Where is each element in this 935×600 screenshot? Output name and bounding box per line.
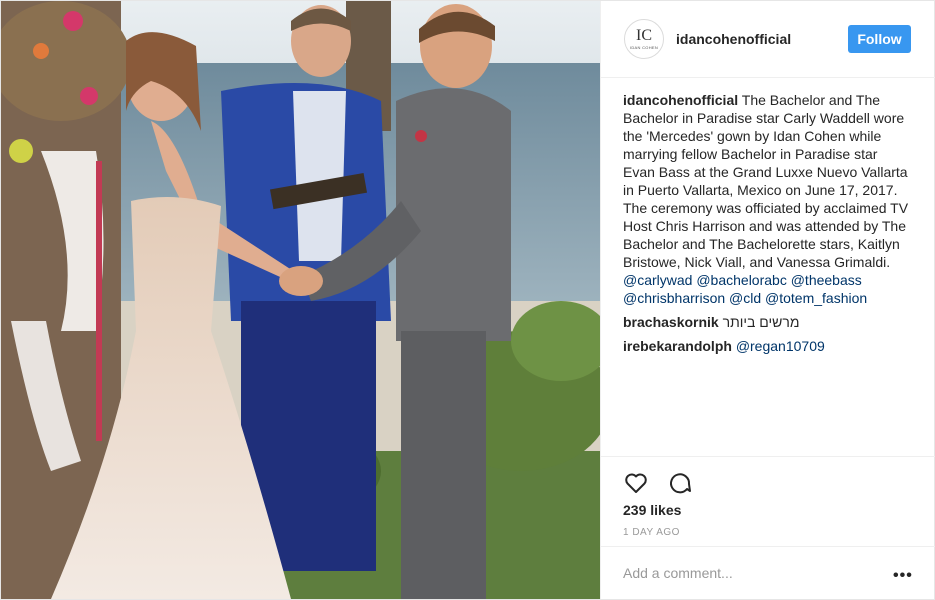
add-comment-bar: ••• xyxy=(601,546,935,599)
post-timestamp[interactable]: 1 DAY AGO xyxy=(623,527,680,538)
comments-list: idancohenofficial The Bachelor and The B… xyxy=(623,91,913,361)
instagram-post: IC IDAN COHEN idancohenofficial Follow i… xyxy=(0,0,935,600)
post-side-panel: IC IDAN COHEN idancohenofficial Follow i… xyxy=(600,1,935,599)
avatar[interactable]: IC IDAN COHEN xyxy=(624,19,664,59)
post-author-username[interactable]: idancohenofficial xyxy=(676,31,791,47)
speech-bubble-icon[interactable] xyxy=(667,470,693,496)
avatar-monogram: IC xyxy=(636,26,652,44)
comment-username[interactable]: brachaskornik xyxy=(623,314,719,330)
post-actions: 239 likes 1 DAY AGO xyxy=(601,456,935,546)
list-item: irebekarandolph @regan10709 xyxy=(623,337,913,355)
post-header: IC IDAN COHEN idancohenofficial Follow xyxy=(601,1,935,78)
comment-tags[interactable]: @carlywad @bachelorabc @theebass @chrisb… xyxy=(623,272,867,306)
heart-outline-icon[interactable] xyxy=(623,470,649,496)
follow-button[interactable]: Follow xyxy=(848,25,911,53)
comment-text: The Bachelor and The Bachelor in Paradis… xyxy=(623,92,909,270)
wedding-photo-illustration xyxy=(1,1,600,599)
comment-tags[interactable]: @regan10709 xyxy=(736,338,825,354)
post-photo[interactable] xyxy=(1,1,600,599)
avatar-brand: IDAN COHEN xyxy=(629,44,659,50)
more-options-icon[interactable]: ••• xyxy=(893,567,913,585)
caption-comment: idancohenofficial The Bachelor and The B… xyxy=(623,91,913,307)
comment-text: מרשים ביותר xyxy=(722,314,800,330)
likes-count[interactable]: 239 likes xyxy=(623,502,681,518)
list-item: brachaskornik מרשים ביותר xyxy=(623,313,913,331)
comment-username[interactable]: idancohenofficial xyxy=(623,92,738,108)
comment-input[interactable] xyxy=(623,565,873,581)
comment-username[interactable]: irebekarandolph xyxy=(623,338,732,354)
